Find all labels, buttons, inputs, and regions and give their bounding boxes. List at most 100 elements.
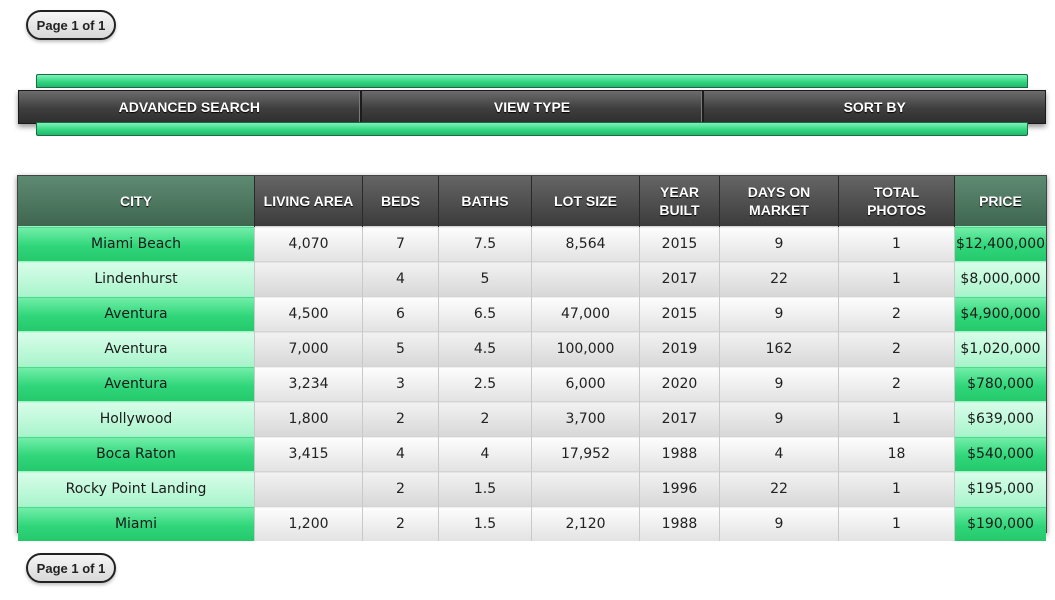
cell-living-area bbox=[254, 261, 363, 297]
column-header-days-on-market[interactable]: DAYS ON MARKET bbox=[719, 176, 839, 227]
cell-city[interactable]: Aventura bbox=[18, 331, 255, 367]
cell-days-on-market: 9 bbox=[719, 401, 839, 437]
cell-city[interactable]: Miami Beach bbox=[18, 226, 255, 262]
cell-lot-size: 2,120 bbox=[531, 506, 640, 541]
cell-total-photos: 1 bbox=[838, 506, 955, 541]
cell-lot-size: 3,700 bbox=[531, 401, 640, 437]
table-row[interactable]: Aventura 3,234 3 2.5 6,000 2020 9 2 $780,000 bbox=[18, 366, 1046, 402]
cell-city[interactable]: Hollywood bbox=[18, 401, 255, 437]
cell-days-on-market: 9 bbox=[719, 506, 839, 541]
cell-year-built: 1988 bbox=[639, 506, 720, 541]
cell-year-built: 2015 bbox=[639, 296, 720, 332]
table-row[interactable]: Aventura 7,000 5 4.5 100,000 2019 162 2 $1,020,0… bbox=[18, 331, 1046, 367]
cell-total-photos: 1 bbox=[838, 261, 955, 297]
cell-city[interactable]: Aventura bbox=[18, 366, 255, 402]
cell-baths: 6.5 bbox=[438, 296, 532, 332]
nav-accent-bottom bbox=[36, 122, 1028, 136]
cell-days-on-market: 162 bbox=[719, 331, 839, 367]
cell-price: $12,400,000 bbox=[954, 226, 1046, 262]
cell-price: $190,000 bbox=[954, 506, 1046, 541]
cell-year-built: 2015 bbox=[639, 226, 720, 262]
cell-year-built: 2017 bbox=[639, 401, 720, 437]
cell-days-on-market: 9 bbox=[719, 296, 839, 332]
cell-year-built: 2019 bbox=[639, 331, 720, 367]
column-header-total-photos[interactable]: TOTAL PHOTOS bbox=[838, 176, 955, 227]
table-row[interactable]: Miami Beach 4,070 7 7.5 8,564 2015 9 1 $12,400,0… bbox=[18, 226, 1046, 262]
cell-city[interactable]: Rocky Point Landing bbox=[18, 471, 255, 507]
table-row[interactable]: Boca Raton 3,415 4 4 17,952 1988 4 18 $540,000 bbox=[18, 436, 1046, 472]
cell-beds: 7 bbox=[362, 226, 439, 262]
cell-baths: 2 bbox=[438, 401, 532, 437]
cell-year-built: 1988 bbox=[639, 436, 720, 472]
cell-living-area: 4,500 bbox=[254, 296, 363, 332]
cell-beds: 2 bbox=[362, 506, 439, 541]
cell-baths: 4.5 bbox=[438, 331, 532, 367]
cell-days-on-market: 4 bbox=[719, 436, 839, 472]
cell-beds: 6 bbox=[362, 296, 439, 332]
pagination-bottom[interactable]: Page 1 of 1 bbox=[26, 553, 116, 583]
cell-living-area: 7,000 bbox=[254, 331, 363, 367]
listings-table: CITY LIVING AREA BEDS BATHS LOT SIZE YEA… bbox=[17, 175, 1047, 541]
advanced-search-button[interactable]: ADVANCED SEARCH bbox=[19, 91, 362, 123]
nav-bar: ADVANCED SEARCH VIEW TYPE SORT BY bbox=[18, 74, 1046, 138]
column-header-price[interactable]: PRICE bbox=[954, 176, 1046, 227]
column-header-lot-size[interactable]: LOT SIZE bbox=[531, 176, 640, 227]
nav-menu: ADVANCED SEARCH VIEW TYPE SORT BY bbox=[18, 90, 1046, 124]
column-header-living-area[interactable]: LIVING AREA bbox=[254, 176, 363, 227]
pagination-top[interactable]: Page 1 of 1 bbox=[26, 10, 116, 40]
cell-beds: 2 bbox=[362, 471, 439, 507]
cell-lot-size bbox=[531, 261, 640, 297]
cell-days-on-market: 22 bbox=[719, 471, 839, 507]
cell-city[interactable]: Lindenhurst bbox=[18, 261, 255, 297]
cell-price: $4,900,000 bbox=[954, 296, 1046, 332]
cell-total-photos: 2 bbox=[838, 331, 955, 367]
table-row[interactable]: Aventura 4,500 6 6.5 47,000 2015 9 2 $4,900,000 bbox=[18, 296, 1046, 332]
column-header-beds[interactable]: BEDS bbox=[362, 176, 439, 227]
cell-year-built: 2017 bbox=[639, 261, 720, 297]
cell-baths: 4 bbox=[438, 436, 532, 472]
cell-baths: 7.5 bbox=[438, 226, 532, 262]
cell-days-on-market: 22 bbox=[719, 261, 839, 297]
table-row[interactable]: Rocky Point Landing 2 1.5 1996 22 1 $195,000 bbox=[18, 471, 1046, 507]
cell-baths: 2.5 bbox=[438, 366, 532, 402]
cell-price: $540,000 bbox=[954, 436, 1046, 472]
column-header-baths[interactable]: BATHS bbox=[438, 176, 532, 227]
column-header-year-built[interactable]: YEAR BUILT bbox=[639, 176, 720, 227]
cell-lot-size: 17,952 bbox=[531, 436, 640, 472]
cell-beds: 5 bbox=[362, 331, 439, 367]
cell-baths: 5 bbox=[438, 261, 532, 297]
cell-days-on-market: 9 bbox=[719, 366, 839, 402]
table-row[interactable]: Hollywood 1,800 2 2 3,700 2017 9 1 $639,000 bbox=[18, 401, 1046, 437]
column-header-city[interactable]: CITY bbox=[18, 176, 255, 227]
cell-year-built: 2020 bbox=[639, 366, 720, 402]
cell-year-built: 1996 bbox=[639, 471, 720, 507]
cell-total-photos: 2 bbox=[838, 296, 955, 332]
cell-price: $639,000 bbox=[954, 401, 1046, 437]
cell-living-area bbox=[254, 471, 363, 507]
cell-baths: 1.5 bbox=[438, 506, 532, 541]
sort-by-button[interactable]: SORT BY bbox=[704, 91, 1045, 123]
cell-price: $780,000 bbox=[954, 366, 1046, 402]
cell-days-on-market: 9 bbox=[719, 226, 839, 262]
view-type-button[interactable]: VIEW TYPE bbox=[362, 91, 705, 123]
cell-living-area: 4,070 bbox=[254, 226, 363, 262]
cell-lot-size bbox=[531, 471, 640, 507]
cell-city[interactable]: Boca Raton bbox=[18, 436, 255, 472]
cell-total-photos: 2 bbox=[838, 366, 955, 402]
table-row[interactable]: Miami 1,200 2 1.5 2,120 1988 9 1 $190,000 bbox=[18, 506, 1046, 541]
cell-lot-size: 6,000 bbox=[531, 366, 640, 402]
cell-price: $8,000,000 bbox=[954, 261, 1046, 297]
cell-living-area: 1,200 bbox=[254, 506, 363, 541]
cell-baths: 1.5 bbox=[438, 471, 532, 507]
cell-beds: 2 bbox=[362, 401, 439, 437]
cell-city[interactable]: Aventura bbox=[18, 296, 255, 332]
table-row[interactable]: Lindenhurst 4 5 2017 22 1 $8,000,000 bbox=[18, 261, 1046, 297]
cell-total-photos: 1 bbox=[838, 226, 955, 262]
table-header-row: CITY LIVING AREA BEDS BATHS LOT SIZE YEA… bbox=[18, 176, 1046, 227]
cell-living-area: 1,800 bbox=[254, 401, 363, 437]
cell-beds: 4 bbox=[362, 261, 439, 297]
cell-lot-size: 8,564 bbox=[531, 226, 640, 262]
cell-total-photos: 18 bbox=[838, 436, 955, 472]
cell-city[interactable]: Miami bbox=[18, 506, 255, 541]
cell-beds: 3 bbox=[362, 366, 439, 402]
